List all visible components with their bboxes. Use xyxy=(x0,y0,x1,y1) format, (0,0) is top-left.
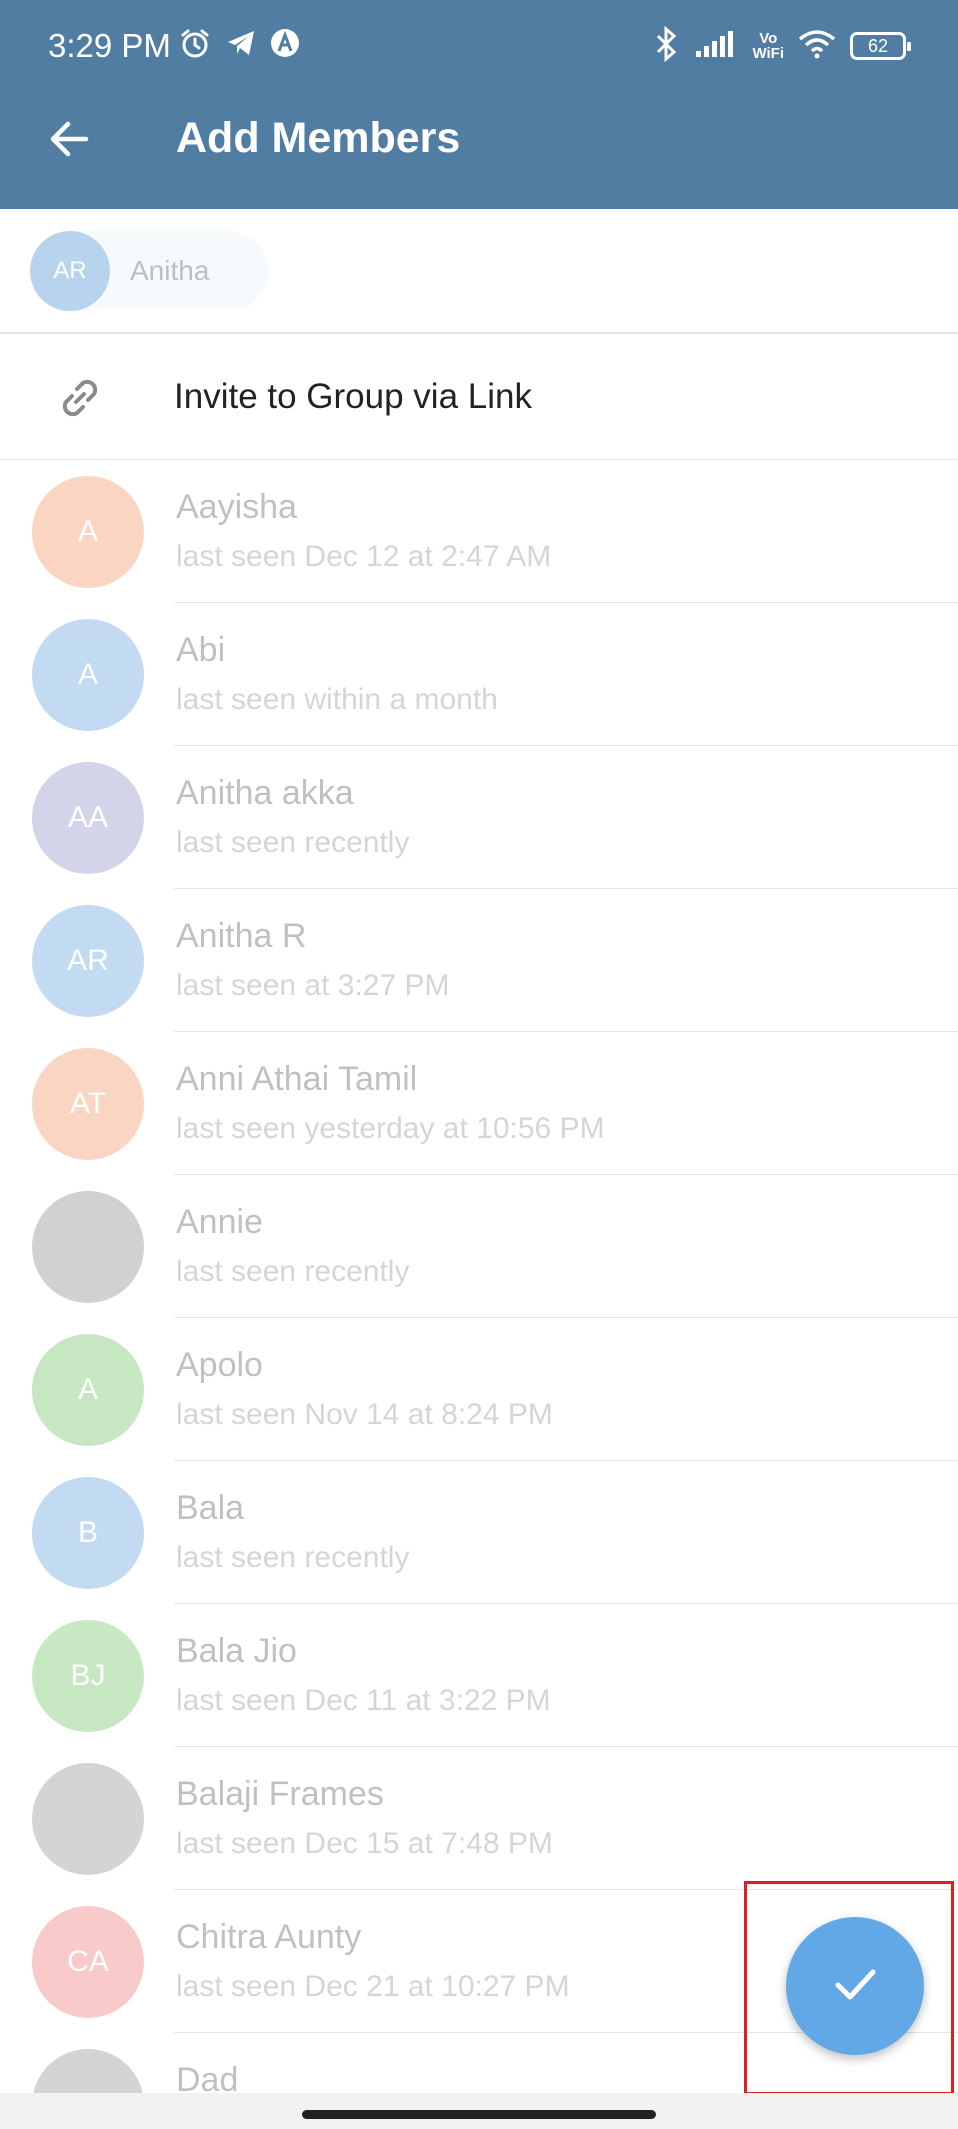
vowifi-top: Vo xyxy=(759,30,778,47)
row-fade xyxy=(668,1032,958,1175)
telegram-icon xyxy=(224,26,258,60)
signal-icon xyxy=(694,29,738,64)
alarm-icon xyxy=(178,26,212,60)
contact-name: Anitha R xyxy=(176,917,307,955)
avatar: AR xyxy=(32,905,144,1017)
row-fade xyxy=(668,889,958,1032)
contact-last-seen: last seen Dec 11 at 3:22 PM xyxy=(176,1684,551,1717)
avatar: CA xyxy=(32,1906,144,2018)
contact-name: Chitra Aunty xyxy=(176,1918,362,1956)
contact-name: Balaji Frames xyxy=(176,1775,384,1813)
avatar: A xyxy=(32,619,144,731)
row-fade xyxy=(668,746,958,889)
avatar: A xyxy=(32,1334,144,1446)
contact-last-seen: last seen Nov 14 at 8:24 PM xyxy=(176,1398,553,1431)
contact-last-seen: last seen recently xyxy=(176,826,410,859)
contact-row[interactable]: AR Anitha R last seen at 3:27 PM xyxy=(0,889,958,1032)
selected-members-area[interactable]: AR Anitha xyxy=(0,209,958,334)
contact-last-seen: last seen yesterday at 10:56 PM xyxy=(176,1112,605,1145)
row-fade xyxy=(668,603,958,746)
contact-last-seen: last seen recently xyxy=(176,1255,410,1288)
battery-icon: 62 xyxy=(850,32,911,60)
contact-last-seen: last seen recently xyxy=(176,1541,410,1574)
contact-list[interactable]: A Aayisha last seen Dec 12 at 2:47 AM A Abi l… xyxy=(0,460,958,2129)
contact-row[interactable]: AA Anitha akka last seen recently xyxy=(0,746,958,889)
contact-row[interactable]: B Bala last seen recently xyxy=(0,1461,958,1604)
checkmark-icon xyxy=(828,1957,882,2016)
chip-label: Anitha xyxy=(130,255,210,286)
invite-link-label: Invite to Group via Link xyxy=(174,377,532,416)
row-fade xyxy=(668,1747,958,1890)
home-handle[interactable] xyxy=(302,2110,656,2119)
avatar: A xyxy=(32,476,144,588)
contact-last-seen: last seen within a month xyxy=(176,683,498,716)
vowifi-icon: Vo WiFi xyxy=(752,31,784,61)
link-icon xyxy=(52,370,108,426)
contact-name: Anni Athai Tamil xyxy=(176,1060,418,1098)
vowifi-bottom: WiFi xyxy=(752,45,784,62)
contact-name: Annie xyxy=(176,1203,263,1241)
done-button[interactable] xyxy=(786,1917,924,2055)
back-arrow-icon[interactable] xyxy=(44,114,94,164)
contact-row[interactable]: A Aayisha last seen Dec 12 at 2:47 AM xyxy=(0,460,958,603)
contact-name: Bala Jio xyxy=(176,1632,297,1670)
battery-level: 62 xyxy=(867,35,889,56)
contact-last-seen: last seen at 3:27 PM xyxy=(176,969,450,1002)
app-bar: 3:29 PM Vo WiFi 62 Add Members xyxy=(0,0,958,209)
contact-last-seen: last seen Dec 21 at 10:27 PM xyxy=(176,1970,570,2003)
contact-name: Bala xyxy=(176,1489,245,1527)
app-icon xyxy=(268,26,302,60)
contact-row[interactable]: AT Anni Athai Tamil last seen yesterday at… xyxy=(0,1032,958,1175)
avatar: AA xyxy=(32,762,144,874)
status-bar: 3:29 PM Vo WiFi 62 xyxy=(0,0,958,92)
contact-name: Aayisha xyxy=(176,488,297,526)
row-fade xyxy=(668,460,958,603)
page-title: Add Members xyxy=(176,114,461,162)
bluetooth-icon xyxy=(654,25,680,67)
avatar: BJ xyxy=(32,1620,144,1732)
contact-row[interactable]: Balaji Frames last seen Dec 15 at 7:48 PM xyxy=(0,1747,958,1890)
contact-last-seen: last seen Dec 12 at 2:47 AM xyxy=(176,540,552,573)
contact-name: Abi xyxy=(176,631,226,669)
row-fade xyxy=(668,1461,958,1604)
contact-row[interactable]: A Apolo last seen Nov 14 at 8:24 PM xyxy=(0,1318,958,1461)
avatar xyxy=(32,1763,144,1875)
avatar: AT xyxy=(32,1048,144,1160)
selected-member-chip[interactable]: AR Anitha xyxy=(30,231,268,311)
contact-last-seen: last seen Dec 15 at 7:48 PM xyxy=(176,1827,553,1860)
status-time: 3:29 PM xyxy=(48,27,171,64)
wifi-icon xyxy=(798,29,836,64)
row-fade xyxy=(668,1175,958,1318)
row-fade xyxy=(668,1604,958,1747)
contact-row[interactable]: Annie last seen recently xyxy=(0,1175,958,1318)
avatar: B xyxy=(32,1477,144,1589)
contact-name: Anitha akka xyxy=(176,774,354,812)
contact-name: Apolo xyxy=(176,1346,263,1384)
contact-row[interactable]: A Abi last seen within a month xyxy=(0,603,958,746)
row-fade xyxy=(668,1318,958,1461)
avatar xyxy=(32,1191,144,1303)
contact-row[interactable]: BJ Bala Jio last seen Dec 11 at 3:22 PM xyxy=(0,1604,958,1747)
avatar: AR xyxy=(30,231,110,311)
